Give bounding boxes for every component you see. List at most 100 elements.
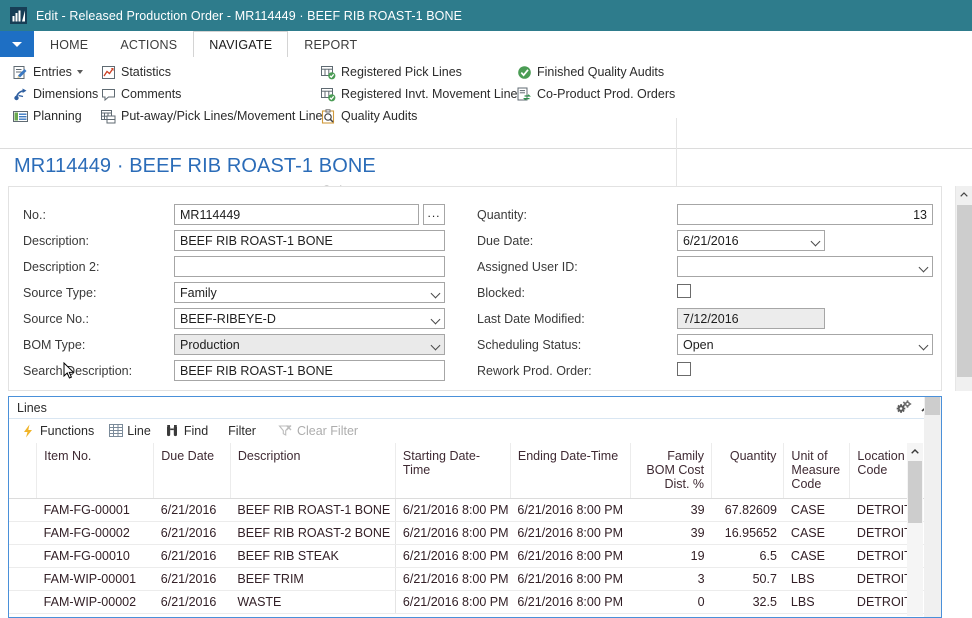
- cell-family-bom-cost-dist[interactable]: 39: [631, 498, 712, 521]
- ribbon-item-planning[interactable]: Planning: [12, 105, 104, 127]
- cell-item-no[interactable]: FAM-WIP-00001: [37, 567, 154, 590]
- row-selector[interactable]: [9, 590, 37, 613]
- ribbon-item-quality-audits[interactable]: Quality Audits: [320, 105, 530, 127]
- description-field[interactable]: BEEF RIB ROAST-1 BONE: [174, 230, 445, 251]
- line-button[interactable]: Line: [108, 421, 159, 441]
- cell-ending-date-time[interactable]: 6/21/2016 8:00 PM: [510, 498, 630, 521]
- cell-starting-date-time[interactable]: 6/21/2016 8:00 PM: [395, 521, 510, 544]
- cell-quantity[interactable]: 6.5: [712, 544, 784, 567]
- scheduling-status-select[interactable]: Open: [677, 334, 933, 355]
- col-item-no[interactable]: Item No.: [37, 443, 154, 498]
- cell-unit-of-measure-code[interactable]: CASE: [784, 544, 850, 567]
- table-row[interactable]: FAM-FG-00002 6/21/2016 BEEF RIB ROAST-2 …: [9, 521, 925, 544]
- tab-home[interactable]: HOME: [34, 31, 104, 57]
- tab-report[interactable]: REPORT: [288, 31, 373, 57]
- find-button[interactable]: Find: [165, 421, 216, 441]
- row-selector[interactable]: [9, 544, 37, 567]
- table-row[interactable]: FAM-FG-00010 6/21/2016 BEEF RIB STEAK 6/…: [9, 544, 925, 567]
- cell-family-bom-cost-dist[interactable]: 19: [631, 544, 712, 567]
- rework-prod-order-checkbox[interactable]: [677, 362, 691, 376]
- tab-navigate[interactable]: NAVIGATE: [193, 31, 288, 57]
- ribbon-item-finished-quality-audits[interactable]: Finished Quality Audits: [516, 61, 681, 83]
- clear-filter-button[interactable]: Clear Filter: [270, 421, 366, 441]
- grid-vertical-scrollbar[interactable]: [907, 443, 923, 616]
- blocked-checkbox[interactable]: [677, 284, 691, 298]
- scroll-up-button[interactable]: [956, 186, 972, 203]
- cell-starting-date-time[interactable]: 6/21/2016 8:00 PM: [395, 590, 510, 613]
- source-no-select[interactable]: BEEF-RIBEYE-D: [174, 308, 445, 329]
- col-due-date[interactable]: Due Date: [154, 443, 231, 498]
- cell-family-bom-cost-dist[interactable]: 0: [631, 590, 712, 613]
- cell-description[interactable]: WASTE: [230, 590, 395, 613]
- ribbon-item-dimensions[interactable]: Dimensions: [12, 83, 104, 105]
- no-assist-edit-button[interactable]: ...: [423, 204, 445, 225]
- cell-quantity[interactable]: 67.82609: [712, 498, 784, 521]
- cell-starting-date-time[interactable]: 6/21/2016 8:00 PM: [395, 544, 510, 567]
- no-field[interactable]: MR114449: [174, 204, 419, 225]
- cell-due-date[interactable]: 6/21/2016: [154, 521, 231, 544]
- table-row[interactable]: FAM-FG-00001 6/21/2016 BEEF RIB ROAST-1 …: [9, 498, 925, 521]
- cell-description[interactable]: BEEF TRIM: [230, 567, 395, 590]
- col-ending-date-time[interactable]: Ending Date-Time: [510, 443, 630, 498]
- row-selector[interactable]: [9, 567, 37, 590]
- cell-unit-of-measure-code[interactable]: CASE: [784, 521, 850, 544]
- ribbon-item-comments[interactable]: Comments: [100, 83, 335, 105]
- cell-description[interactable]: BEEF RIB ROAST-1 BONE: [230, 498, 395, 521]
- grid-scrollbar-thumb[interactable]: [908, 461, 922, 523]
- ribbon-item-statistics[interactable]: Statistics: [100, 61, 335, 83]
- table-row[interactable]: FAM-WIP-00002 6/21/2016 WASTE 6/21/2016 …: [9, 590, 925, 613]
- row-selector[interactable]: [9, 521, 37, 544]
- filter-button[interactable]: Filter: [222, 421, 264, 441]
- cell-description[interactable]: BEEF RIB ROAST-2 BONE: [230, 521, 395, 544]
- col-quantity[interactable]: Quantity: [712, 443, 784, 498]
- scrollbar-thumb[interactable]: [957, 205, 972, 377]
- cell-starting-date-time[interactable]: 6/21/2016 8:00 PM: [395, 567, 510, 590]
- cell-item-no[interactable]: FAM-FG-00010: [37, 544, 154, 567]
- cell-family-bom-cost-dist[interactable]: 39: [631, 521, 712, 544]
- form-vertical-scrollbar[interactable]: [955, 186, 972, 391]
- cell-ending-date-time[interactable]: 6/21/2016 8:00 PM: [510, 590, 630, 613]
- cell-due-date[interactable]: 6/21/2016: [154, 567, 231, 590]
- ribbon-item-entries[interactable]: Entries: [12, 61, 104, 83]
- ribbon-item-registered-pick-lines[interactable]: Registered Pick Lines: [320, 61, 530, 83]
- tab-actions[interactable]: ACTIONS: [104, 31, 193, 57]
- col-description[interactable]: Description: [230, 443, 395, 498]
- cell-quantity[interactable]: 32.5: [712, 590, 784, 613]
- gears-icon[interactable]: [896, 400, 912, 417]
- cell-quantity[interactable]: 16.95652: [712, 521, 784, 544]
- cell-item-no[interactable]: FAM-WIP-00002: [37, 590, 154, 613]
- cell-unit-of-measure-code[interactable]: LBS: [784, 567, 850, 590]
- cell-ending-date-time[interactable]: 6/21/2016 8:00 PM: [510, 521, 630, 544]
- page-vertical-scrollbar[interactable]: [924, 397, 941, 617]
- ribbon-item-co-product-prod-orders[interactable]: Co-Product Prod. Orders: [516, 83, 681, 105]
- cell-due-date[interactable]: 6/21/2016: [154, 590, 231, 613]
- cell-ending-date-time[interactable]: 6/21/2016 8:00 PM: [510, 567, 630, 590]
- cell-family-bom-cost-dist[interactable]: 3: [631, 567, 712, 590]
- bom-type-select[interactable]: Production: [174, 334, 445, 355]
- ribbon-item-registered-invt-movement-lines[interactable]: Registered Invt. Movement Lines: [320, 83, 530, 105]
- search-description-field[interactable]: BEEF RIB ROAST-1 BONE: [174, 360, 445, 381]
- page-scrollbar-thumb[interactable]: [925, 397, 940, 415]
- cell-starting-date-time[interactable]: 6/21/2016 8:00 PM: [395, 498, 510, 521]
- cell-description[interactable]: BEEF RIB STEAK: [230, 544, 395, 567]
- table-row[interactable]: FAM-WIP-00001 6/21/2016 BEEF TRIM 6/21/2…: [9, 567, 925, 590]
- col-family-bom-cost-dist[interactable]: Family BOM Cost Dist. %: [631, 443, 712, 498]
- row-selector[interactable]: [9, 498, 37, 521]
- quantity-field[interactable]: 13: [677, 204, 933, 225]
- cell-ending-date-time[interactable]: 6/21/2016 8:00 PM: [510, 544, 630, 567]
- cell-unit-of-measure-code[interactable]: LBS: [784, 590, 850, 613]
- cell-unit-of-measure-code[interactable]: CASE: [784, 498, 850, 521]
- cell-due-date[interactable]: 6/21/2016: [154, 498, 231, 521]
- ribbon-item-put-away-pick-lines-movement-lines[interactable]: Put-away/Pick Lines/Movement Lines: [100, 105, 335, 127]
- description-2-field[interactable]: [174, 256, 445, 277]
- grid-scroll-up-button[interactable]: [907, 443, 923, 459]
- cell-item-no[interactable]: FAM-FG-00001: [37, 498, 154, 521]
- cell-due-date[interactable]: 6/21/2016: [154, 544, 231, 567]
- cell-quantity[interactable]: 50.7: [712, 567, 784, 590]
- assigned-user-id-select[interactable]: [677, 256, 933, 277]
- col-unit-of-measure-code[interactable]: Unit of Measure Code: [784, 443, 850, 498]
- source-type-select[interactable]: Family: [174, 282, 445, 303]
- functions-button[interactable]: Functions: [21, 421, 102, 441]
- file-menu-button[interactable]: [0, 31, 34, 57]
- cell-item-no[interactable]: FAM-FG-00002: [37, 521, 154, 544]
